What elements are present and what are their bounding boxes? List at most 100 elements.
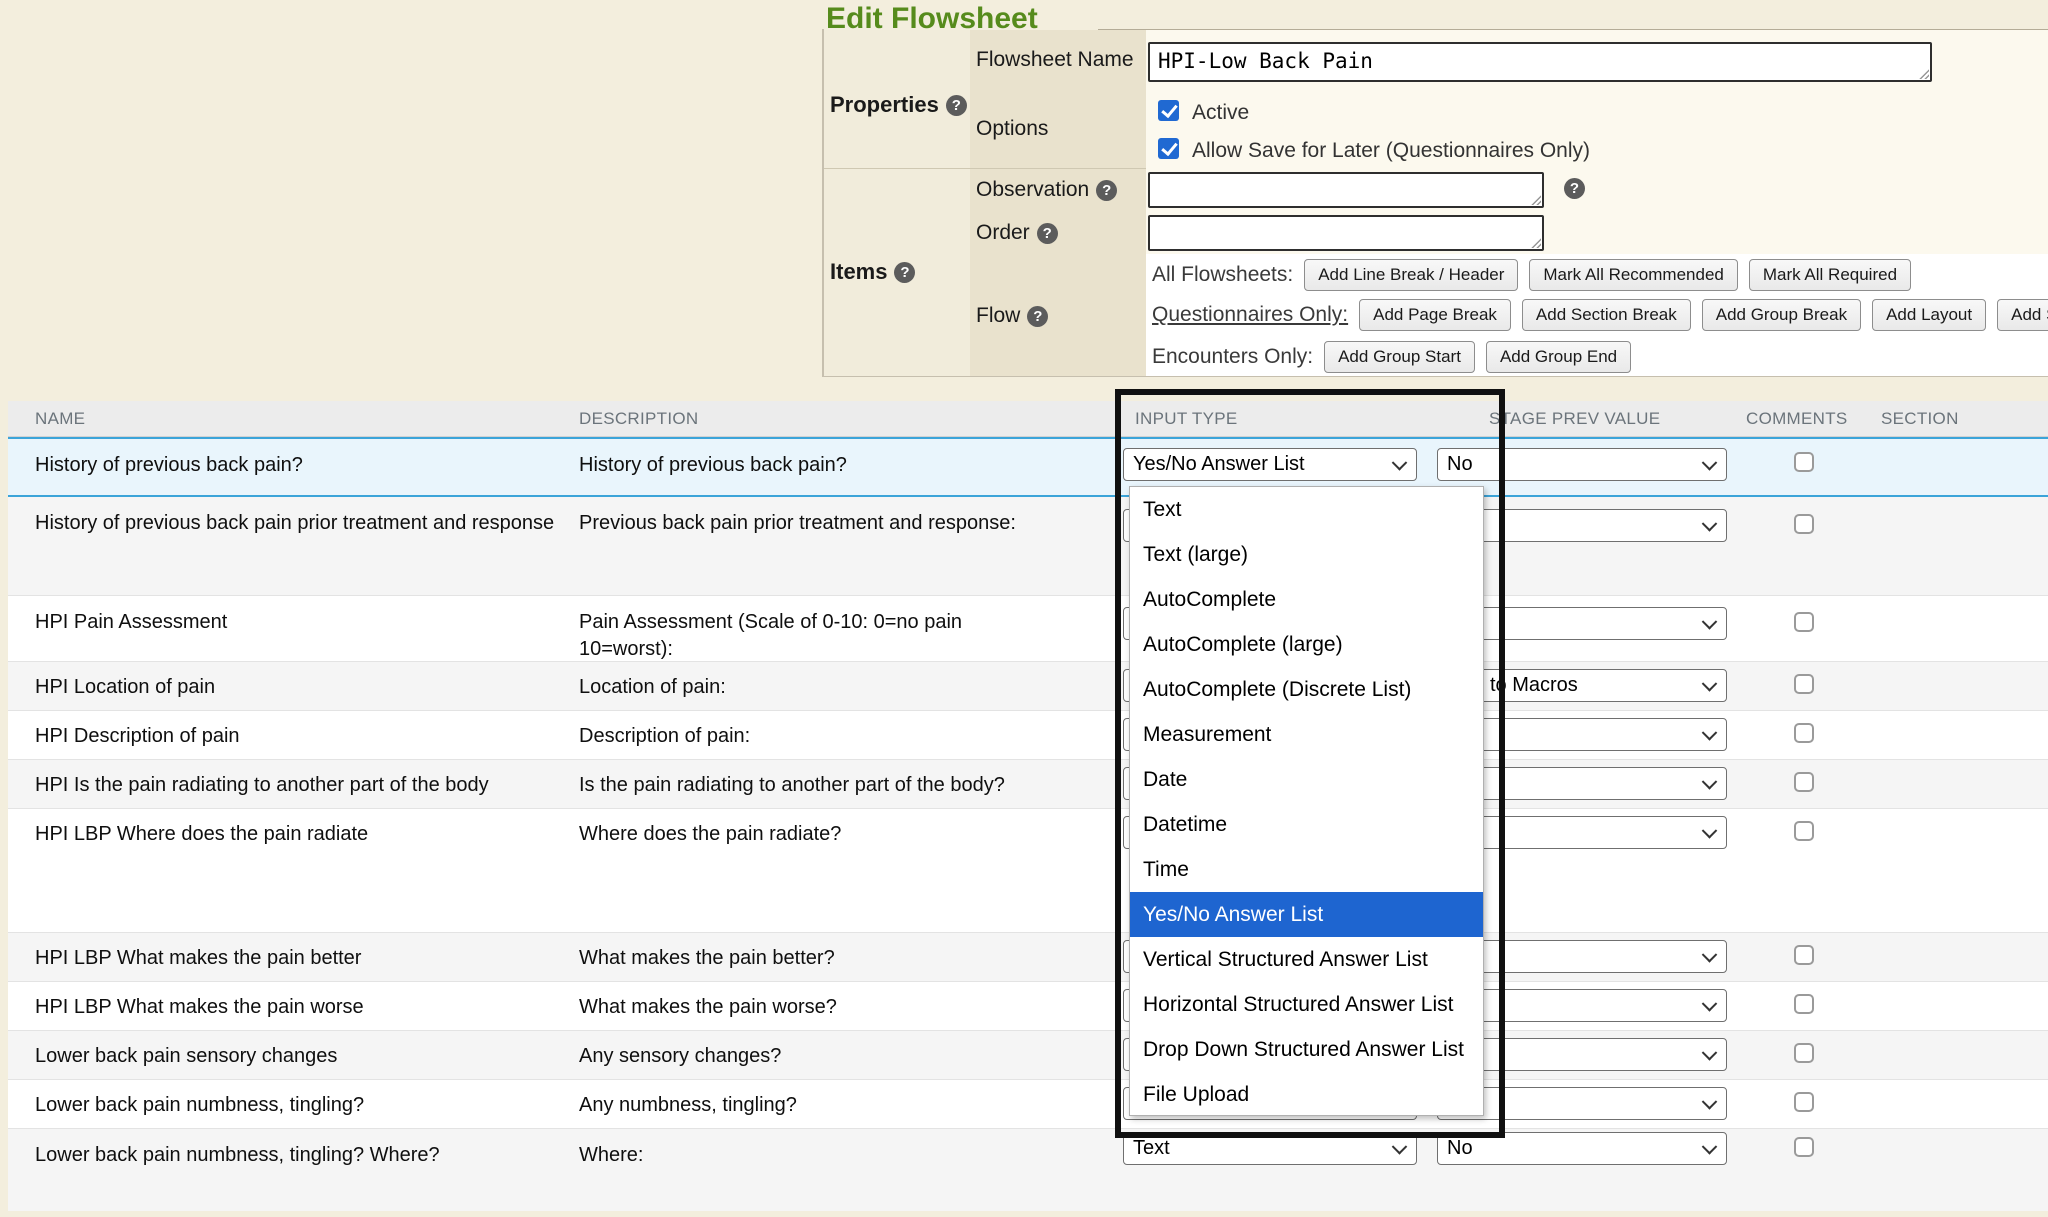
dropdown-option[interactable]: File Upload: [1130, 1072, 1483, 1117]
row-description: Is the pain radiating to another part of…: [579, 760, 1054, 799]
flow-group-label: Questionnaires Only:: [1152, 303, 1348, 327]
help-icon[interactable]: ?: [946, 95, 967, 116]
dropdown-option[interactable]: Yes/No Answer List: [1130, 892, 1483, 937]
resize-grip-icon[interactable]: [1529, 193, 1541, 205]
table-row[interactable]: HPI LBP What makes the pain worseWhat ma…: [8, 981, 2048, 1030]
column-header-section: SECTION: [1881, 409, 1959, 429]
help-icon[interactable]: ?: [894, 262, 915, 283]
dropdown-option[interactable]: Vertical Structured Answer List: [1130, 937, 1483, 982]
dropdown-option[interactable]: Datetime: [1130, 802, 1483, 847]
dropdown-option[interactable]: Drop Down Structured Answer List: [1130, 1027, 1483, 1072]
add-group-end-button[interactable]: Add Group End: [1486, 341, 1631, 373]
options-label: Options: [976, 117, 1144, 141]
allow-save-checkbox[interactable]: [1158, 138, 1179, 159]
group-divider: [824, 168, 1146, 169]
dropdown-option[interactable]: Time: [1130, 847, 1483, 892]
comments-checkbox[interactable]: [1794, 821, 1814, 841]
table-row[interactable]: HPI LBP Where does the pain radiateWhere…: [8, 808, 2048, 932]
properties-group-label: Properties ?: [830, 92, 968, 118]
row-name: Lower back pain numbness, tingling?: [35, 1080, 555, 1119]
column-header-description: DESCRIPTION: [579, 409, 698, 429]
add-page-break-button[interactable]: Add Page Break: [1359, 299, 1511, 331]
comments-checkbox[interactable]: [1794, 1043, 1814, 1063]
table-row[interactable]: History of previous back pain?History of…: [8, 437, 2048, 497]
mark-all-recommended-button[interactable]: Mark All Recommended: [1529, 259, 1737, 291]
row-description: What makes the pain worse?: [579, 982, 1054, 1021]
add-layout-button[interactable]: Add Layout: [1872, 299, 1986, 331]
dropdown-option[interactable]: Horizontal Structured Answer List: [1130, 982, 1483, 1027]
row-description: Any sensory changes?: [579, 1031, 1054, 1070]
help-icon[interactable]: ?: [1027, 306, 1048, 327]
stage-prev-value-select[interactable]: No: [1437, 448, 1727, 481]
add-scriptlet-button[interactable]: Add Scriptlet: [1997, 299, 2048, 331]
observation-input[interactable]: [1148, 172, 1544, 208]
dropdown-option[interactable]: AutoComplete (Discrete List): [1130, 667, 1483, 712]
flowsheet-name-label: Flowsheet Name: [976, 48, 1144, 72]
chevron-down-icon: [1702, 614, 1718, 630]
fieldset-outer-label-column: [824, 30, 970, 376]
selected-value: Text: [1133, 1137, 1170, 1160]
flowsheet-name-input[interactable]: HPI-Low Back Pain: [1148, 42, 1932, 82]
row-description: Description of pain:: [579, 711, 1054, 750]
table-row[interactable]: Lower back pain numbness, tingling?Any n…: [8, 1079, 2048, 1128]
resize-grip-icon[interactable]: [1529, 236, 1541, 248]
observation-label: Observation ?: [976, 178, 1144, 202]
row-description: Where:: [579, 1129, 1054, 1169]
comments-checkbox[interactable]: [1794, 1137, 1814, 1157]
stage-prev-value-select[interactable]: No: [1437, 1132, 1727, 1165]
dropdown-option[interactable]: Measurement: [1130, 712, 1483, 757]
items-label-text: Items: [830, 259, 887, 285]
table-row[interactable]: Lower back pain sensory changesAny senso…: [8, 1030, 2048, 1079]
row-description: Location of pain:: [579, 662, 1054, 701]
comments-checkbox[interactable]: [1794, 674, 1814, 694]
add-group-break-button[interactable]: Add Group Break: [1702, 299, 1861, 331]
table-row[interactable]: HPI Is the pain radiating to another par…: [8, 759, 2048, 808]
help-icon[interactable]: ?: [1096, 180, 1117, 201]
comments-checkbox[interactable]: [1794, 514, 1814, 534]
row-description: What makes the pain better?: [579, 933, 1054, 972]
help-icon[interactable]: ?: [1037, 223, 1058, 244]
chevron-down-icon: [1702, 823, 1718, 839]
dropdown-option[interactable]: Date: [1130, 757, 1483, 802]
mark-all-required-button[interactable]: Mark All Required: [1749, 259, 1911, 291]
comments-checkbox[interactable]: [1794, 452, 1814, 472]
dropdown-option[interactable]: AutoComplete (large): [1130, 622, 1483, 667]
comments-checkbox[interactable]: [1794, 994, 1814, 1014]
order-input[interactable]: [1148, 215, 1544, 251]
comments-checkbox[interactable]: [1794, 945, 1814, 965]
row-name: HPI Is the pain radiating to another par…: [35, 760, 555, 799]
comments-checkbox[interactable]: [1794, 612, 1814, 632]
table-row[interactable]: HPI Pain AssessmentPain Assessment (Scal…: [8, 595, 2048, 661]
active-checkbox[interactable]: [1158, 100, 1179, 121]
comments-checkbox[interactable]: [1794, 723, 1814, 743]
selected-value: to Macros: [1490, 674, 1578, 697]
flow-group: Encounters Only:Add Group StartAdd Group…: [1152, 338, 1631, 376]
input-type-select[interactable]: Yes/No Answer List: [1123, 448, 1417, 481]
add-group-start-button[interactable]: Add Group Start: [1324, 341, 1475, 373]
comments-checkbox[interactable]: [1794, 772, 1814, 792]
table-row[interactable]: History of previous back pain prior trea…: [8, 497, 2048, 595]
table-row[interactable]: Lower back pain numbness, tingling? Wher…: [8, 1128, 2048, 1211]
row-name: HPI LBP What makes the pain better: [35, 933, 555, 972]
comments-checkbox[interactable]: [1794, 1092, 1814, 1112]
add-line-break-header-button[interactable]: Add Line Break / Header: [1304, 259, 1518, 291]
resize-grip-icon[interactable]: [1917, 67, 1929, 79]
table-row[interactable]: HPI Location of painLocation of pain:: [8, 661, 2048, 710]
chevron-down-icon: [1702, 996, 1718, 1012]
input-type-select[interactable]: Text: [1123, 1132, 1417, 1165]
add-section-break-button[interactable]: Add Section Break: [1522, 299, 1691, 331]
items-group-label: Items ?: [830, 259, 968, 285]
properties-label-text: Properties: [830, 92, 939, 118]
chevron-down-icon: [1702, 1139, 1718, 1155]
table-row[interactable]: HPI Description of painDescription of pa…: [8, 710, 2048, 759]
chevron-down-icon: [1392, 1139, 1408, 1155]
flow-group: Questionnaires Only: Add Page Break Add Se…: [1152, 296, 2048, 334]
input-type-dropdown-list: TextText (large)AutoCompleteAutoComplete…: [1129, 486, 1484, 1116]
table-row[interactable]: HPI LBP What makes the pain better What m…: [8, 932, 2048, 981]
dropdown-option[interactable]: AutoComplete: [1130, 577, 1483, 622]
help-icon[interactable]: ?: [1564, 178, 1585, 199]
dropdown-option[interactable]: Text: [1130, 487, 1483, 532]
edit-flowsheet-page: Edit Flowsheet Properties ? Items ? Flow…: [0, 0, 2048, 1217]
flow-group-label: All Flowsheets:: [1152, 263, 1293, 287]
dropdown-option[interactable]: Text (large): [1130, 532, 1483, 577]
